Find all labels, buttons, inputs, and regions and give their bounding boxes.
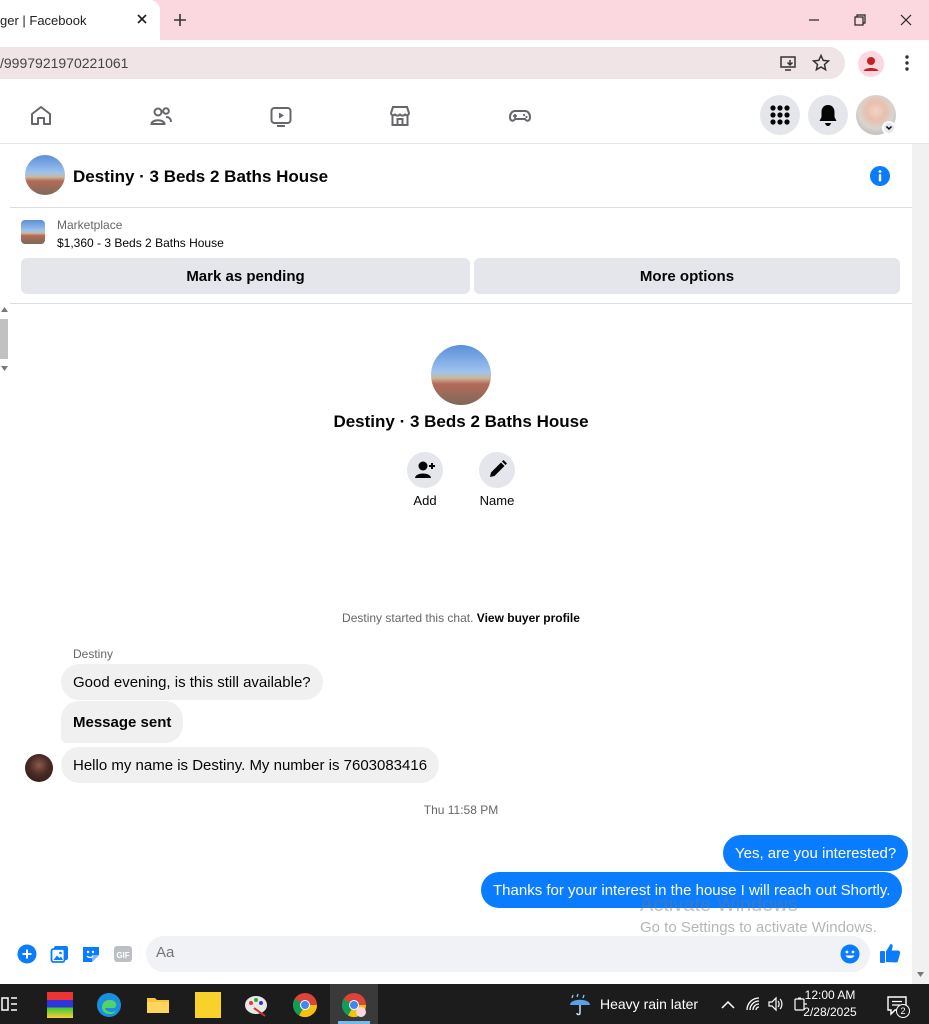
paint-icon[interactable] [243,992,269,1018]
clock-time: 12:00 AM [804,988,856,1002]
activate-windows-subtext: Go to Settings to activate Windows. [640,919,877,936]
edge-icon[interactable] [96,992,122,1018]
chat-title[interactable]: Destiny · 3 Beds 2 Baths House [73,167,328,187]
address-bar[interactable]: /9997921970221061 [0,47,845,79]
mark-pending-button[interactable]: Mark as pending [21,258,470,294]
edit-name-button[interactable] [479,452,515,488]
svg-text:GIF: GIF [116,951,129,960]
chat-avatar[interactable] [25,155,65,195]
menu-button[interactable] [760,95,800,135]
plus-circle-icon[interactable] [17,944,37,964]
incoming-message[interactable]: Hello my name is Destiny. My number is 7… [61,747,440,783]
chrome-profile-icon [341,993,366,1018]
app-grid-icon [770,105,790,125]
url-text: /9997921970221061 [0,55,129,71]
gif-icon[interactable]: GIF [113,944,133,964]
started-text: Destiny started this chat. [342,611,474,625]
bell-icon [819,105,837,126]
pencil-icon [490,460,507,477]
browser-menu-icon[interactable] [897,53,917,73]
new-tab-icon[interactable] [170,10,190,30]
emoji-icon[interactable] [840,944,860,964]
browser-tab[interactable]: ger | Facebook [0,0,160,40]
friends-icon[interactable] [149,104,173,128]
rain-umbrella-icon [570,993,590,1016]
info-icon[interactable] [869,165,891,187]
message-timestamp: Thu 11:58 PM [423,803,499,817]
install-app-icon[interactable] [779,53,799,73]
profile-icon[interactable] [857,50,885,78]
file-explorer-icon[interactable] [145,992,171,1018]
weather-text[interactable]: Heavy rain later [600,996,698,1012]
windows-taskbar [0,984,929,1024]
game-app-icon[interactable] [47,992,73,1018]
close-tab-icon[interactable] [134,11,150,27]
clock-date: 2/28/2025 [803,1005,857,1019]
left-scrollbar[interactable] [0,305,9,375]
listing-thumbnail[interactable] [21,220,45,244]
add-person-icon [415,461,435,478]
notification-count-badge: 2 [896,1004,910,1018]
thumbs-up-icon[interactable] [879,942,901,964]
message-input[interactable] [156,944,816,961]
notifications-button[interactable] [808,95,848,135]
sticky-notes-icon[interactable] [195,992,221,1018]
listing-summary[interactable]: $1,360 - 3 Beds 2 Baths House [57,236,224,250]
listing-source: Marketplace [57,218,123,232]
sticker-icon[interactable] [81,944,101,964]
incoming-message[interactable]: Good evening, is this still available? [61,664,323,700]
volume-icon[interactable] [767,996,783,1012]
tab-title: ger | Facebook [0,13,87,28]
name-label: Name [479,493,515,508]
sender-avatar[interactable] [25,754,53,782]
photo-icon[interactable] [50,944,70,964]
video-icon[interactable] [269,104,293,128]
marketplace-icon[interactable] [388,104,412,128]
minimize-icon[interactable] [804,10,824,30]
network-icon[interactable] [745,996,761,1012]
activate-windows-watermark: Activate Windows [640,894,798,916]
conversation-name: Destiny · 3 Beds 2 Baths House [333,412,589,431]
bookmark-star-icon[interactable] [811,53,831,73]
restore-icon[interactable] [850,10,870,30]
outgoing-message[interactable]: Yes, are you interested? [723,835,909,871]
gaming-icon[interactable] [508,104,532,128]
system-clock[interactable]: 12:00 AM 2/28/2025 [800,987,860,1021]
add-label: Add [413,493,437,508]
account-button[interactable] [856,95,896,135]
right-scrollbar[interactable] [912,144,929,984]
active-chrome-taskbar-item[interactable] [330,984,378,1024]
group-avatar[interactable] [431,345,491,405]
message-composer[interactable] [146,936,870,972]
add-people-button[interactable] [407,452,443,488]
sender-name: Destiny [73,647,114,661]
task-view-icon[interactable] [0,994,20,1014]
incoming-message[interactable]: Message sent [61,701,184,743]
chrome-icon[interactable] [292,992,318,1018]
chevron-up-icon[interactable] [720,997,736,1013]
view-buyer-profile-link[interactable]: View buyer profile [477,611,580,625]
home-icon[interactable] [29,104,53,128]
chat-started-note: Destiny started this chat. View buyer pr… [0,611,922,625]
chevron-down-icon [882,121,896,135]
more-options-button[interactable]: More options [474,258,900,294]
close-window-icon[interactable] [896,10,916,30]
